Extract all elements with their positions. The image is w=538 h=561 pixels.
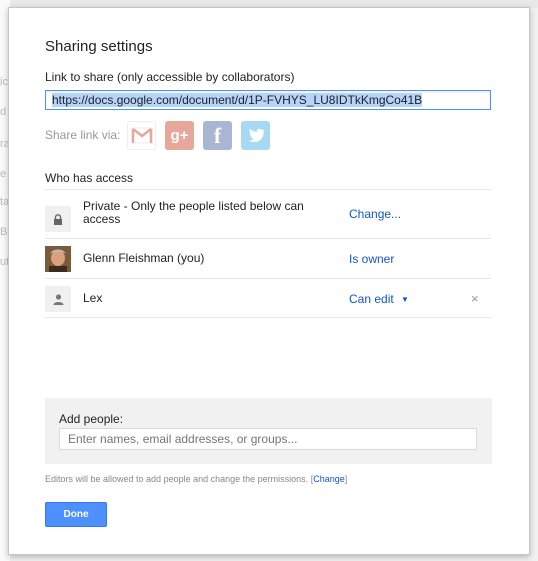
permission-label: Can edit xyxy=(349,292,394,306)
remove-collaborator-button[interactable]: × xyxy=(471,291,479,306)
share-link-field[interactable]: https://docs.google.com/document/d/1P-FV… xyxy=(45,90,491,110)
bg-fragment: ic xyxy=(0,76,8,88)
who-has-access-heading: Who has access xyxy=(45,171,134,185)
bg-fragment: d xyxy=(0,106,7,118)
share-link-via-label: Share link via: xyxy=(45,128,121,142)
divider xyxy=(45,189,491,190)
is-owner-label: Is owner xyxy=(349,252,395,266)
editors-permission-note: Editors will be allowed to add people an… xyxy=(45,474,347,484)
facebook-icon[interactable]: f xyxy=(203,121,232,150)
permission-dropdown[interactable]: Can edit ▼ xyxy=(349,292,409,306)
add-people-label: Add people: xyxy=(59,412,124,426)
bg-fragment: B xyxy=(0,226,8,238)
bracket-close: ] xyxy=(344,474,348,484)
person-icon xyxy=(45,286,71,312)
add-people-input[interactable] xyxy=(59,428,477,450)
access-row-private: Private - Only the people listed below c… xyxy=(45,199,491,237)
sharing-settings-dialog: Sharing settings Link to share (only acc… xyxy=(8,7,530,555)
access-row-owner: Glenn Fleishman (you) Is owner xyxy=(45,239,491,277)
change-visibility-link[interactable]: Change... xyxy=(349,207,401,221)
add-people-panel: Add people: xyxy=(45,398,492,464)
google-plus-icon[interactable]: g+ xyxy=(165,121,194,150)
chevron-down-icon: ▼ xyxy=(401,295,409,304)
access-name: Lex xyxy=(83,291,103,305)
lock-icon xyxy=(45,206,71,232)
link-to-share-label: Link to share (only accessible by collab… xyxy=(45,70,295,84)
avatar xyxy=(45,246,71,272)
access-name: Private - Only the people listed below c… xyxy=(83,199,304,226)
change-editor-permissions-link[interactable]: Change xyxy=(313,474,345,484)
dialog-title: Sharing settings xyxy=(45,38,153,55)
editors-note-text: Editors will be allowed to add people an… xyxy=(45,474,309,484)
gmail-icon[interactable] xyxy=(127,121,156,150)
bg-fragment: e xyxy=(0,168,7,180)
share-link-url: https://docs.google.com/document/d/1P-FV… xyxy=(52,93,423,107)
divider xyxy=(45,317,491,318)
twitter-icon[interactable] xyxy=(241,121,270,150)
access-name: Glenn Fleishman (you) xyxy=(83,251,205,265)
done-button[interactable]: Done xyxy=(45,502,107,527)
access-row-collaborator: Lex Can edit ▼ × xyxy=(45,279,491,317)
